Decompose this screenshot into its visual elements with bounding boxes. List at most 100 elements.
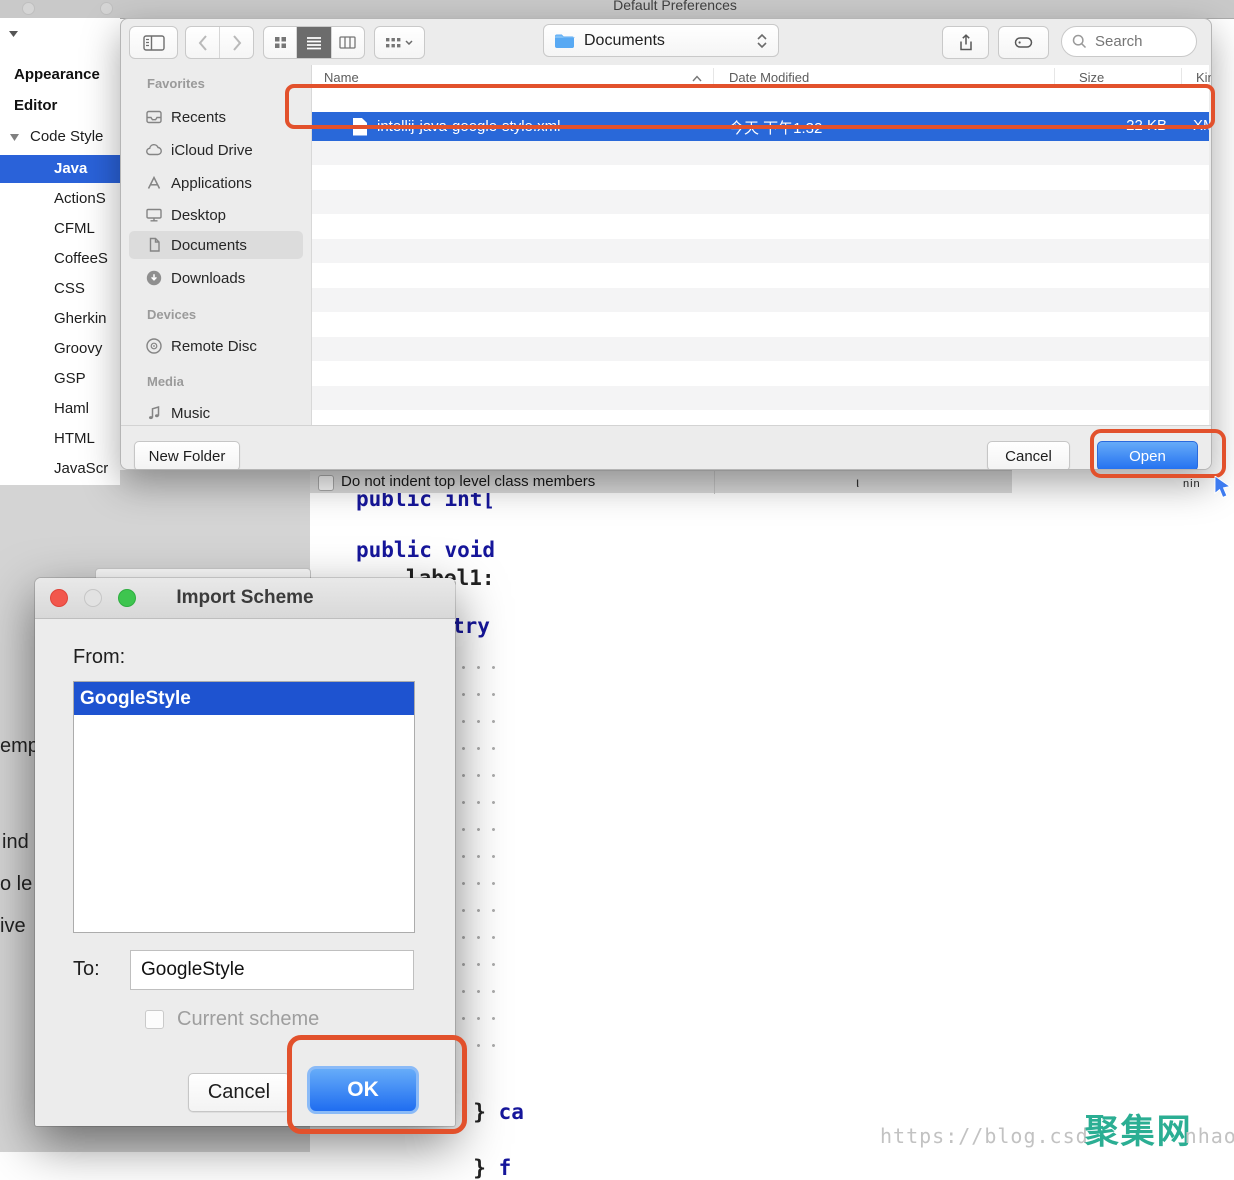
column-header-kind[interactable]: Kind	[1196, 70, 1212, 85]
left-text-fragment: o le	[0, 873, 32, 896]
disclosure-triangle-icon[interactable]	[10, 134, 19, 141]
search-field[interactable]	[1061, 26, 1197, 57]
column-view-icon	[339, 36, 356, 49]
file-open-dialog: Documents Favorites	[120, 18, 1212, 470]
import-cancel-button[interactable]: Cancel	[188, 1073, 290, 1112]
ok-button-focus-ring: OK	[307, 1066, 419, 1114]
watermark-logo: 聚集网	[1085, 1104, 1193, 1153]
sidebar-item-haml[interactable]: Haml	[54, 400, 89, 417]
filter-dropdown-icon	[9, 31, 18, 37]
scheme-list-item-selected[interactable]: GoogleStyle	[74, 682, 414, 715]
option-row: Do not indent top level class members ι	[310, 470, 1012, 493]
sidebar-item-coffeescript[interactable]: CoffeeS	[54, 250, 108, 267]
search-icon	[1072, 34, 1087, 49]
option-column-divider	[714, 471, 715, 494]
group-by-button[interactable]	[374, 26, 425, 59]
sidebar-item-css[interactable]: CSS	[54, 280, 85, 297]
sidebar-item-appearance[interactable]: Appearance	[14, 66, 100, 83]
icloud-icon	[145, 141, 163, 159]
scheme-list[interactable]: GoogleStyle	[73, 681, 415, 933]
group-by-icon	[386, 37, 401, 49]
sidebar-item-documents-selected[interactable]: Documents	[129, 231, 303, 259]
sidebar-item-groovy[interactable]: Groovy	[54, 340, 102, 357]
to-label: To:	[73, 958, 100, 981]
prefs-filter-bar[interactable]	[0, 18, 120, 49]
import-dialog-titlebar: Import Scheme	[35, 578, 455, 619]
ok-button[interactable]: OK	[310, 1069, 416, 1111]
location-popup[interactable]: Documents	[543, 24, 779, 57]
column-view-button[interactable]	[331, 27, 364, 58]
code-line-finally: } f	[448, 1132, 511, 1180]
option-checkbox[interactable]	[318, 475, 334, 491]
right-text-fragment: nin	[1183, 478, 1201, 490]
desktop-icon	[145, 206, 163, 224]
window-title: Default Preferences	[540, 0, 810, 13]
minimize-button[interactable]	[84, 589, 102, 607]
forward-button[interactable]	[220, 27, 253, 58]
prefs-sidebar: Appearance Editor Code Style Java Action…	[0, 48, 120, 485]
back-button[interactable]	[186, 27, 220, 58]
documents-icon	[145, 236, 163, 254]
share-button[interactable]	[942, 26, 989, 59]
sidebar-item-javascript[interactable]: JavaScr	[54, 460, 108, 477]
sidebar-item-label: iCloud Drive	[171, 142, 253, 159]
from-label: From:	[73, 646, 125, 669]
sidebar-item-gsp[interactable]: GSP	[54, 370, 86, 387]
import-scheme-dialog: Import Scheme From: GoogleStyle To: Curr…	[35, 578, 455, 1126]
sidebar-item-code-style[interactable]: Code Style	[30, 128, 103, 145]
file-kind: XML Document	[1193, 117, 1209, 134]
downloads-icon	[145, 269, 163, 287]
sidebar-item-cfml[interactable]: CFML	[54, 220, 95, 237]
to-input[interactable]	[130, 950, 414, 990]
current-scheme-label: Current scheme	[177, 1008, 319, 1031]
sidebar-item-actionscript[interactable]: ActionS	[54, 190, 106, 207]
sidebar-item-recents[interactable]: Recents	[129, 103, 303, 131]
zoom-button[interactable]	[118, 589, 136, 607]
music-icon	[145, 404, 163, 422]
watermark-url-prefix: https://blog.csd	[880, 1124, 1089, 1148]
sidebar-item-html[interactable]: HTML	[54, 430, 95, 447]
column-header-date[interactable]: Date Modified	[729, 70, 809, 85]
sidebar-item-music[interactable]: Music	[129, 399, 303, 427]
sidebar-item-editor[interactable]: Editor	[14, 97, 57, 114]
file-list: intellij-java-google-style.xml 今天 下午1:32…	[312, 91, 1209, 425]
new-folder-button[interactable]: New Folder	[134, 441, 240, 470]
file-icon	[353, 118, 367, 136]
sidebar-item-downloads[interactable]: Downloads	[129, 264, 303, 292]
sidebar-item-desktop[interactable]: Desktop	[129, 201, 303, 229]
close-button[interactable]	[50, 589, 68, 607]
chevron-down-icon	[405, 40, 413, 45]
tag-icon	[1014, 34, 1033, 51]
code-line-catch: } ca	[448, 1076, 524, 1124]
icon-view-button[interactable]	[264, 27, 297, 58]
column-divider	[1181, 68, 1182, 88]
traffic-light-dim-1	[22, 2, 35, 15]
folder-icon	[554, 33, 575, 49]
file-row-selected[interactable]: intellij-java-google-style.xml 今天 下午1:32…	[312, 112, 1209, 141]
left-text-fragment: emp	[0, 735, 39, 758]
sidebar-toggle-button[interactable]	[129, 26, 178, 59]
open-button[interactable]: Open	[1097, 441, 1198, 470]
sidebar-item-remote-disc[interactable]: Remote Disc	[129, 332, 303, 360]
cancel-button[interactable]: Cancel	[987, 441, 1070, 470]
list-view-button[interactable]	[297, 27, 330, 58]
search-input[interactable]	[1093, 32, 1182, 51]
sidebar-item-label: Applications	[171, 175, 252, 192]
finder-sidebar: Favorites Recents iCloud Drive Applicati…	[121, 65, 311, 425]
column-header-name[interactable]: Name	[324, 70, 359, 85]
sidebar-item-label: Desktop	[171, 207, 226, 224]
sidebar-item-java-selected[interactable]: Java	[0, 155, 120, 183]
code-line-try: try	[452, 614, 490, 638]
left-text-fragment: ind	[2, 831, 29, 854]
sidebar-item-applications[interactable]: Applications	[129, 169, 303, 197]
column-header-size[interactable]: Size	[1079, 70, 1104, 85]
current-scheme-checkbox[interactable]	[145, 1010, 164, 1029]
sidebar-item-icloud[interactable]: iCloud Drive	[129, 136, 303, 164]
sidebar-item-gherkin[interactable]: Gherkin	[54, 310, 107, 327]
list-header: Name Date Modified Size Kind	[312, 65, 1209, 92]
code-space	[486, 1156, 499, 1180]
devices-header: Devices	[147, 307, 196, 322]
prefs-titlebar: Default Preferences	[0, 0, 1234, 19]
column-divider	[1054, 68, 1055, 88]
tags-button[interactable]	[998, 26, 1049, 59]
